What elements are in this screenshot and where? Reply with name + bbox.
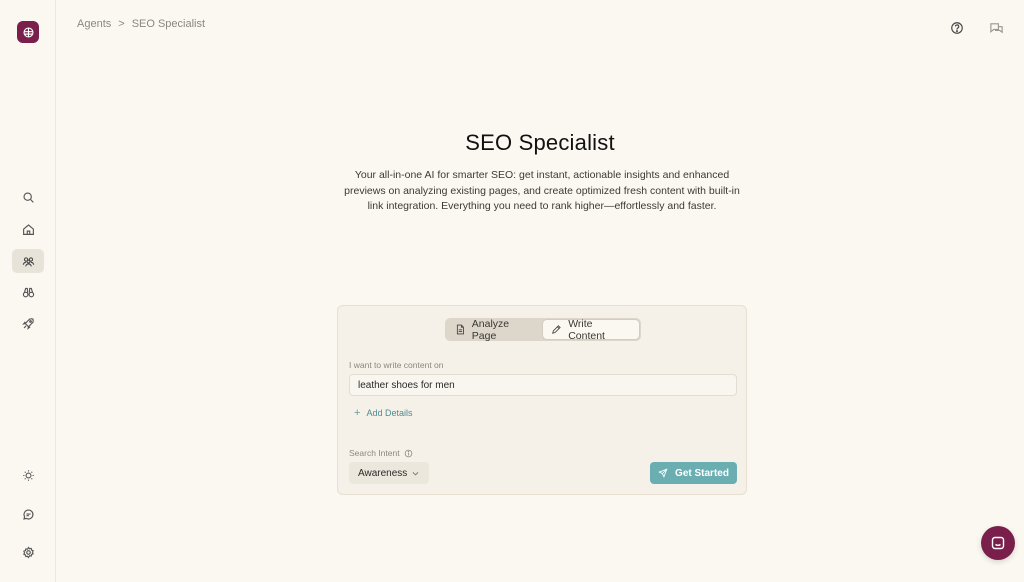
content-form-card: Analyze Page Write Content I want to wri… <box>337 305 747 495</box>
search-intent-value: Awareness <box>358 467 408 479</box>
info-icon[interactable] <box>404 449 413 458</box>
sidebar-search[interactable] <box>12 185 44 209</box>
theme-toggle[interactable] <box>12 463 44 487</box>
logo-icon <box>22 26 34 38</box>
send-icon <box>658 468 668 478</box>
breadcrumb-agents[interactable]: Agents <box>77 18 111 30</box>
breadcrumb: Agents > SEO Specialist <box>77 18 205 30</box>
search-intent-select[interactable]: Awareness <box>349 462 429 484</box>
get-started-label: Get Started <box>675 467 729 479</box>
sidebar-feedback[interactable] <box>12 502 44 526</box>
page-title: SEO Specialist <box>465 130 615 155</box>
conversations-icon <box>989 22 1003 33</box>
sidebar-home[interactable] <box>12 217 44 241</box>
intent-label-text: Search Intent <box>349 448 400 458</box>
binoculars-icon <box>22 287 34 297</box>
conversations-button[interactable] <box>988 20 1004 36</box>
mode-tabs: Analyze Page Write Content <box>445 317 641 342</box>
agents-icon <box>22 256 34 267</box>
topic-label: I want to write content on <box>349 360 444 370</box>
sidebar-explore[interactable] <box>12 280 44 304</box>
topic-input[interactable] <box>349 374 737 396</box>
tab-write-content-label: Write Content <box>568 317 605 342</box>
document-icon <box>456 324 464 335</box>
breadcrumb-separator: > <box>118 18 125 30</box>
sidebar-launch[interactable] <box>12 311 44 335</box>
tab-write-content[interactable]: Write Content <box>543 317 639 342</box>
topic-label-text: I want to write content on <box>349 360 444 370</box>
chat-icon <box>22 508 33 520</box>
app-logo[interactable] <box>17 21 39 43</box>
message-icon <box>991 536 1005 550</box>
plus-icon: + <box>354 407 361 419</box>
help-button[interactable] <box>949 20 965 36</box>
tab-analyze-page[interactable]: Analyze Page <box>447 317 543 342</box>
help-icon <box>951 22 963 34</box>
tab-analyze-page-label: Analyze Page <box>471 317 510 342</box>
sidebar-agents[interactable] <box>12 249 44 273</box>
intent-label: Search Intent <box>349 448 413 458</box>
sidebar-settings[interactable] <box>12 540 44 564</box>
add-details-button[interactable]: + Add Details <box>354 407 412 419</box>
sidebar <box>0 0 56 582</box>
page-description: Your all-in-one AI for smarter SEO: get … <box>344 169 740 212</box>
chevron-down-icon <box>412 471 419 476</box>
home-icon <box>22 223 34 235</box>
search-icon <box>22 191 34 203</box>
sun-icon <box>22 469 34 481</box>
pen-icon <box>552 325 562 334</box>
settings-icon <box>22 545 34 559</box>
get-started-button[interactable]: Get Started <box>650 462 737 484</box>
add-details-label: Add Details <box>366 408 413 418</box>
breadcrumb-current: SEO Specialist <box>131 18 206 30</box>
rocket-icon <box>21 317 34 330</box>
support-chat-button[interactable] <box>981 526 1015 560</box>
